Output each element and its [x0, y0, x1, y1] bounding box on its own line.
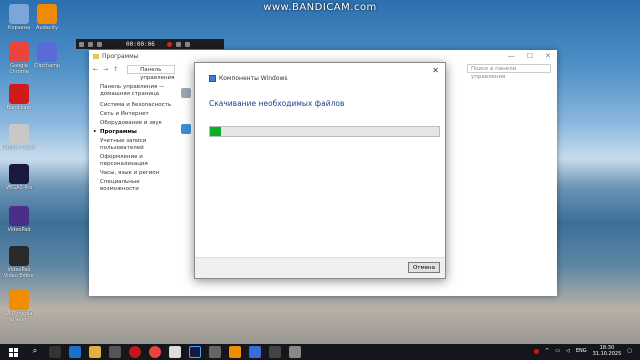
desktop-icon-label: VideoPad Video Editor — [3, 267, 35, 279]
dialog-footer: Отмена — [195, 257, 445, 278]
language-indicator[interactable]: ENG — [576, 348, 587, 354]
bandicam-toolbar: 00:00:06 — [76, 39, 224, 49]
system-tray: ^ ▭ ◁ ENG 18:30 31.10.2025 ▢ — [534, 345, 632, 357]
taskbar: ⌕ ^ ▭ ◁ ENG 18:30 31.10.2025 ▢ — [0, 344, 640, 360]
bandicam-watermark: www.BANDICAM.com — [263, 2, 377, 13]
back-icon[interactable]: ← — [93, 66, 98, 73]
control-panel-taskbar-icon[interactable] — [289, 346, 301, 358]
file-explorer-icon[interactable] — [89, 346, 101, 358]
menu-icon[interactable] — [79, 41, 84, 47]
vegas-taskbar-icon[interactable] — [189, 346, 201, 358]
window-title: Программы — [102, 52, 139, 60]
cancel-button[interactable]: Отмена — [408, 262, 440, 273]
desktop-icon-label: Roblox Player — [2, 145, 36, 151]
recording-time: 00:00:06 — [126, 40, 155, 48]
sidebar-item[interactable]: Оформление и персонализация — [100, 154, 172, 168]
bandicam-taskbar-icon[interactable] — [129, 346, 141, 358]
desktop-icon[interactable]: VideoPad — [2, 206, 36, 239]
window-titlebar: Программы — ☐ ✕ — [89, 50, 557, 62]
desktop-icon-label: Bandicam — [6, 105, 32, 111]
notifications-icon[interactable]: ▢ — [627, 348, 632, 354]
desktop-icon[interactable]: Clipchamp — [30, 42, 64, 75]
volume-icon[interactable]: ◁ — [566, 348, 570, 354]
sidebar-item[interactable]: Оборудование и звук — [100, 120, 172, 127]
sidebar-item[interactable]: Специальные возможности — [100, 179, 172, 193]
vlc-taskbar-icon[interactable] — [229, 346, 241, 358]
windows-features-icon — [209, 75, 216, 82]
up-icon[interactable]: ↑ — [113, 66, 118, 73]
desktop-icon[interactable]: VEGAS Pro — [2, 164, 36, 197]
sidebar-item[interactable]: Часы, язык и регион — [100, 170, 172, 177]
roblox-taskbar-icon[interactable] — [169, 346, 181, 358]
sidebar-item[interactable]: Система и безопасность — [100, 102, 172, 109]
bandicam-icon — [9, 84, 29, 104]
clipchamp-taskbar-icon[interactable] — [249, 346, 261, 358]
desktop-icon[interactable]: Roblox Player — [2, 124, 36, 157]
app-taskbar-icon[interactable] — [209, 346, 221, 358]
record-icon[interactable] — [166, 41, 172, 47]
videopad-icon — [9, 206, 29, 226]
desktop-icon-label: VideoPad — [7, 227, 31, 233]
audacity-icon — [37, 4, 57, 24]
dialog-heading: Скачивание необходимых файлов — [209, 99, 345, 108]
forward-icon[interactable]: → — [103, 66, 108, 73]
minimize-button[interactable]: — — [508, 52, 515, 60]
progress-fill — [210, 127, 222, 136]
desktop-icon[interactable]: VLC media player — [2, 290, 36, 323]
screen-icon[interactable] — [97, 41, 102, 47]
desktop-icon-label: Audacity — [36, 25, 58, 31]
home-icon[interactable] — [88, 41, 93, 47]
sidebar-item[interactable]: Панель управления — домашняя страница — [100, 84, 172, 98]
dialog-titlebar: ✕ Компоненты Windows — [195, 63, 445, 90]
dialog-title: Компоненты Windows — [219, 75, 288, 82]
recycle-bin-icon — [9, 4, 29, 24]
breadcrumb[interactable]: Панель управления — [127, 64, 176, 81]
folder-icon — [93, 53, 99, 59]
task-view-icon[interactable] — [49, 346, 61, 358]
desktop-icon[interactable]: Bandicam — [2, 84, 36, 117]
vlc-icon — [9, 290, 29, 310]
desktop-icon-label: VLC media player — [5, 311, 33, 323]
pause-icon[interactable] — [175, 41, 181, 47]
dialog-title-group: Компоненты Windows — [209, 75, 288, 82]
video-editor-icon — [9, 246, 29, 266]
sidebar: Панель управления — домашняя страница Сис… — [93, 84, 172, 195]
vegas-icon — [9, 164, 29, 184]
clipchamp-icon — [37, 42, 57, 62]
progress-bar — [209, 126, 440, 137]
terminal-taskbar-icon[interactable] — [269, 346, 281, 358]
maximize-button[interactable]: ☐ — [527, 52, 533, 60]
default-programs-icon — [181, 124, 191, 134]
desktop-icon[interactable]: Audacity — [30, 4, 64, 37]
store-icon[interactable] — [109, 346, 121, 358]
edge-icon[interactable] — [69, 346, 81, 358]
tray-bandicam-icon[interactable] — [534, 348, 540, 354]
desktop-icon[interactable]: VideoPad Video Editor — [2, 246, 36, 279]
start-button[interactable] — [5, 344, 21, 360]
desktop-icon-label: VEGAS Pro — [5, 185, 33, 191]
close-icon[interactable]: ✕ — [432, 66, 439, 75]
windows-logo-icon — [8, 347, 18, 357]
camera-icon[interactable] — [184, 41, 190, 47]
sidebar-item[interactable]: Программы — [93, 129, 172, 136]
roblox-icon — [9, 124, 29, 144]
close-button[interactable]: ✕ — [545, 52, 551, 60]
programs-icon — [181, 88, 191, 98]
clock[interactable]: 18:30 31.10.2025 — [593, 345, 622, 357]
chrome-taskbar-icon[interactable] — [149, 346, 161, 358]
clock-date: 31.10.2025 — [592, 351, 622, 357]
sidebar-item[interactable]: Учетные записи пользователей — [100, 138, 172, 152]
search-input[interactable]: Поиск в панели управления — [467, 64, 551, 80]
chrome-icon — [9, 42, 29, 62]
search-icon[interactable]: ⌕ — [29, 346, 41, 358]
windows-features-dialog: ✕ Компоненты Windows Скачивание необходи… — [194, 62, 446, 279]
desktop-icon-label: Clipchamp — [33, 63, 61, 69]
tray-chevron-icon[interactable]: ^ — [545, 348, 549, 354]
network-icon[interactable]: ▭ — [555, 348, 560, 354]
sidebar-item[interactable]: Сеть и Интернет — [100, 111, 172, 118]
